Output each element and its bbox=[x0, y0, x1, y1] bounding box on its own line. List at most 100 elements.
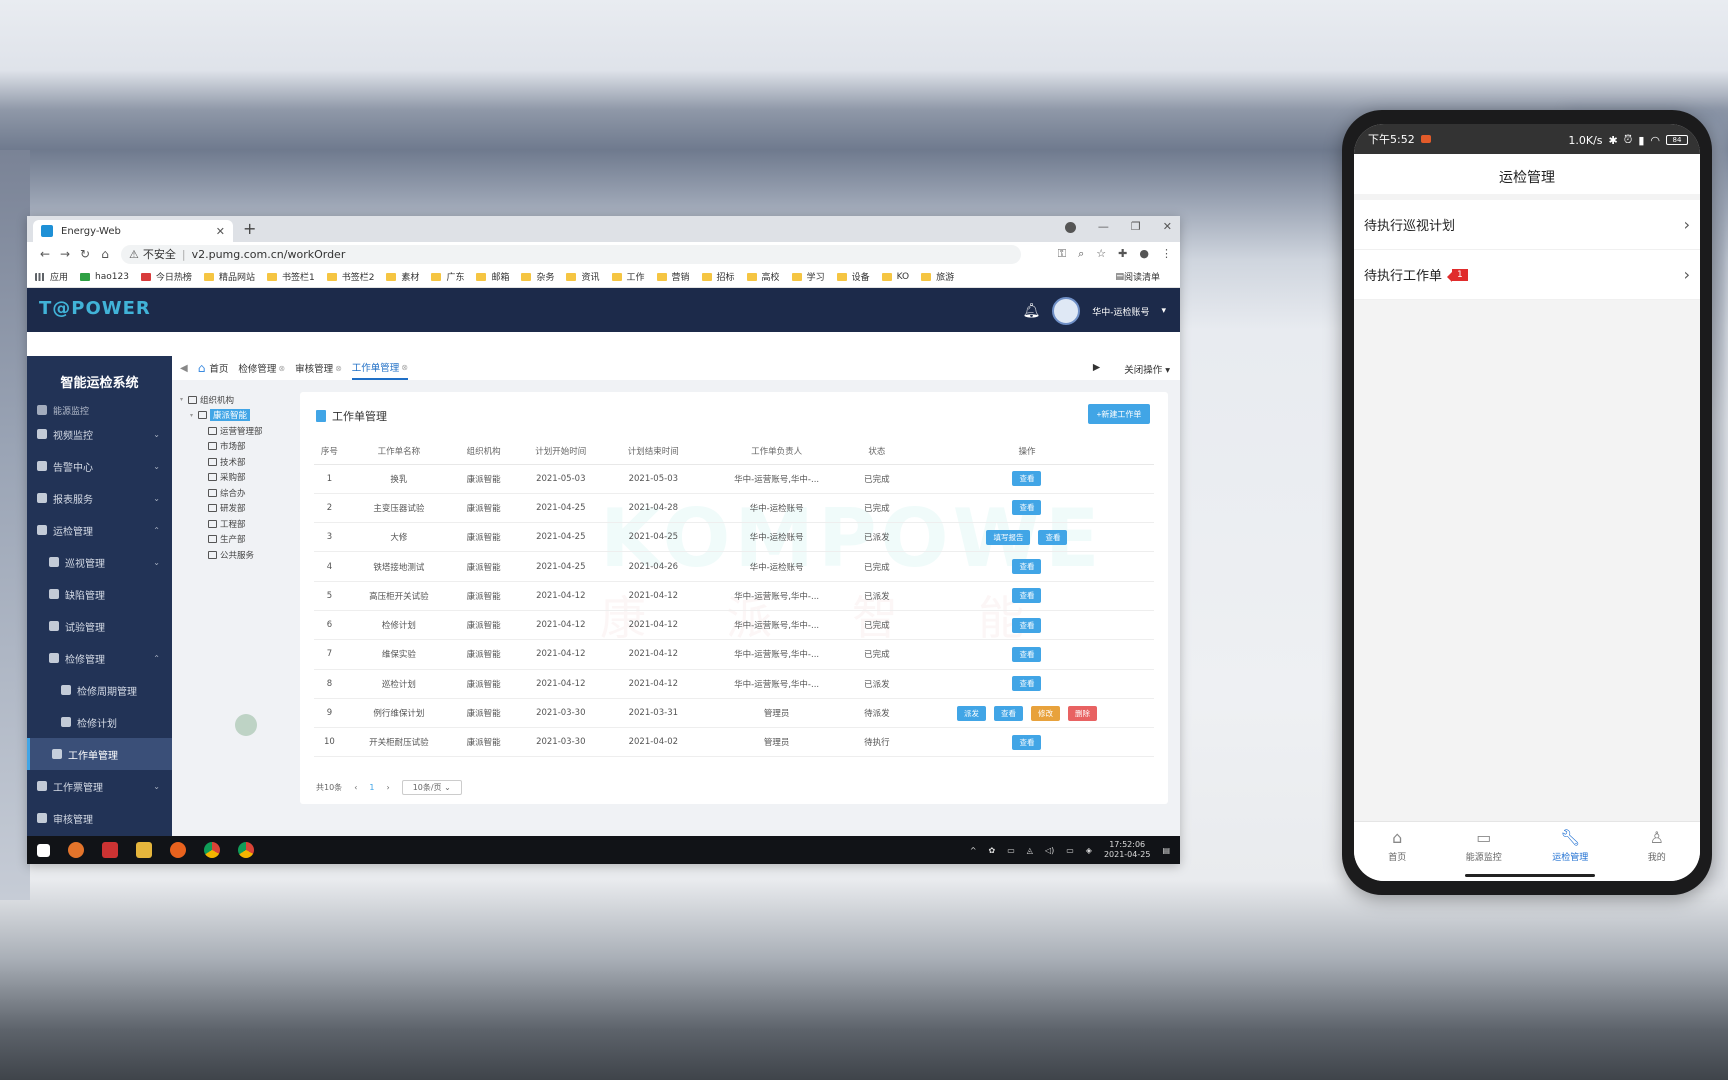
chrome-icon[interactable] bbox=[204, 842, 220, 858]
tree-node[interactable]: 生产部 bbox=[180, 532, 290, 548]
back-icon[interactable]: ← bbox=[35, 247, 55, 261]
close-icon[interactable]: ⊗ bbox=[401, 363, 408, 372]
app-icon[interactable] bbox=[102, 842, 118, 858]
account-icon[interactable]: ● bbox=[1139, 247, 1149, 261]
chrome-icon[interactable] bbox=[238, 842, 254, 858]
close-window-icon[interactable]: ✕ bbox=[1163, 220, 1172, 233]
tree-node[interactable]: ▾ 康派智能 bbox=[180, 408, 290, 424]
sidebar-item[interactable]: 检修周期管理 bbox=[27, 674, 172, 706]
prev-page-icon[interactable]: ‹ bbox=[354, 783, 357, 792]
key-icon[interactable]: ⚿ bbox=[1058, 247, 1066, 261]
tab-close-icon[interactable]: ✕ bbox=[216, 225, 225, 238]
row-action-button[interactable]: 查看 bbox=[1012, 471, 1042, 487]
notification-icon[interactable]: ▤ bbox=[1162, 846, 1170, 855]
zoom-icon[interactable]: ⌕ bbox=[1078, 247, 1084, 261]
bookmark-folder[interactable]: 书签栏2 bbox=[326, 270, 374, 283]
profile-icon[interactable] bbox=[1064, 222, 1076, 233]
avatar[interactable] bbox=[1052, 297, 1081, 325]
restore-icon[interactable]: ❐ bbox=[1131, 220, 1141, 233]
sidebar-item[interactable]: 视频监控 ⌄ bbox=[27, 418, 172, 450]
pending-work-orders[interactable]: 待执行工作单 1 › bbox=[1354, 250, 1700, 300]
keyboard-icon[interactable]: ▭ bbox=[1007, 846, 1015, 855]
bookmark-folder[interactable]: 营销 bbox=[656, 270, 690, 283]
bookmark-folder[interactable]: 资讯 bbox=[566, 270, 600, 283]
tab-home[interactable]: ⌂ 首页 bbox=[198, 361, 229, 375]
row-action-button[interactable]: 修改 bbox=[1030, 705, 1060, 721]
tray-icon[interactable]: ✿ bbox=[989, 846, 996, 855]
tabs-next-icon[interactable]: ▶ bbox=[1093, 362, 1100, 376]
reload-icon[interactable]: ↻ bbox=[75, 247, 95, 261]
sidebar-item[interactable]: 报表服务 ⌄ bbox=[27, 482, 172, 514]
network-icon[interactable]: ◬ bbox=[1027, 846, 1033, 855]
tree-toggle-icon[interactable]: ▾ bbox=[190, 412, 198, 419]
pending-inspection-plans[interactable]: 待执行巡视计划 › bbox=[1354, 200, 1700, 250]
bookmark-folder[interactable]: 精品网站 bbox=[203, 270, 255, 283]
close-icon[interactable]: ⊗ bbox=[335, 364, 342, 373]
ime-icon[interactable]: ▭ bbox=[1066, 846, 1074, 855]
chevron-down-icon[interactable]: ▾ bbox=[1161, 306, 1166, 316]
tree-toggle-icon[interactable]: ▾ bbox=[180, 396, 188, 403]
bookmark-folder[interactable]: 杂务 bbox=[521, 270, 554, 283]
bookmark[interactable]: 今日热榜 bbox=[140, 270, 192, 283]
bookmark-folder[interactable]: 高校 bbox=[746, 270, 780, 283]
tree-node[interactable]: ▾ 组织机构 bbox=[180, 392, 290, 408]
bookmark-folder[interactable]: 旅游 bbox=[921, 270, 954, 283]
bookmark-folder[interactable]: 设备 bbox=[836, 270, 870, 283]
home-icon[interactable]: ⌂ bbox=[95, 247, 115, 261]
sidebar-item[interactable]: 审核管理 bbox=[27, 802, 172, 834]
sidebar-item[interactable]: 检修计划 bbox=[27, 706, 172, 738]
start-icon[interactable] bbox=[37, 843, 50, 857]
tree-node[interactable]: 公共服务 bbox=[180, 547, 290, 563]
tree-node[interactable]: 研发部 bbox=[180, 501, 290, 517]
tree-node[interactable]: 综合办 bbox=[180, 485, 290, 501]
menu-icon[interactable]: ⋮ bbox=[1161, 247, 1172, 261]
sidebar-item[interactable]: 能源监控 bbox=[27, 402, 172, 418]
nav-profile[interactable]: ♙ 我的 bbox=[1627, 828, 1687, 881]
bookmark-folder[interactable]: 招标 bbox=[701, 270, 735, 283]
account-name[interactable]: 华中-运检账号 bbox=[1092, 305, 1149, 318]
star-icon[interactable]: ☆ bbox=[1096, 247, 1106, 261]
sidebar-item[interactable]: 工作单管理 bbox=[27, 738, 172, 770]
tree-node[interactable]: 运营管理部 bbox=[180, 423, 290, 439]
tabs-prev-icon[interactable]: ◀ bbox=[180, 363, 188, 374]
bell-icon[interactable]: 🔔︎ bbox=[1022, 303, 1040, 319]
close-operations[interactable]: 关闭操作 ▾ bbox=[1124, 362, 1170, 376]
sidebar-item[interactable]: 告警中心 ⌄ bbox=[27, 450, 172, 482]
reading-list[interactable]: ▤ 阅读清单 bbox=[1115, 270, 1160, 284]
tray-up-icon[interactable]: ^ bbox=[970, 846, 977, 855]
tab-maintenance[interactable]: 检修管理 ⊗ bbox=[238, 361, 285, 376]
minimize-icon[interactable]: — bbox=[1098, 220, 1109, 233]
sidebar-item[interactable]: 试验管理 bbox=[27, 610, 172, 642]
tree-node[interactable]: 采购部 bbox=[180, 470, 290, 486]
bookmark[interactable]: 应用 bbox=[35, 270, 68, 283]
close-icon[interactable]: ⊗ bbox=[278, 364, 285, 373]
bookmark-folder[interactable]: 学习 bbox=[791, 270, 825, 283]
bookmark[interactable]: hao123 bbox=[80, 272, 129, 282]
page-size-select[interactable]: 10条/页 ⌄ bbox=[401, 780, 462, 795]
tab-audit[interactable]: 审核管理 ⊗ bbox=[295, 361, 342, 376]
page-number[interactable]: 1 bbox=[369, 783, 374, 792]
sidebar-item[interactable]: 巡视管理 ⌄ bbox=[27, 546, 172, 578]
sidebar-item[interactable]: 缺陷管理 bbox=[27, 578, 172, 610]
row-action-button[interactable]: 查看 bbox=[1012, 559, 1042, 575]
tree-node[interactable]: 市场部 bbox=[180, 439, 290, 455]
tree-node[interactable]: 工程部 bbox=[180, 516, 290, 532]
browser-tab[interactable]: Energy-Web ✕ bbox=[33, 220, 233, 242]
row-action-button[interactable]: 查看 bbox=[1012, 646, 1042, 662]
row-action-button[interactable]: 查看 bbox=[1012, 617, 1042, 633]
bookmark-folder[interactable]: 广东 bbox=[431, 270, 464, 283]
new-tab-button[interactable]: + bbox=[243, 219, 256, 238]
row-action-button[interactable]: 派发 bbox=[956, 705, 986, 721]
forward-icon[interactable]: → bbox=[55, 247, 75, 261]
tab-work-order[interactable]: 工作单管理 ⊗ bbox=[351, 356, 408, 380]
folder-icon[interactable] bbox=[136, 842, 152, 858]
search-icon[interactable] bbox=[68, 842, 84, 858]
url-field[interactable]: ⚠ 不安全 | v2.pumg.com.cn/workOrder bbox=[121, 244, 1021, 264]
row-action-button[interactable]: 填写报告 bbox=[986, 529, 1031, 545]
volume-icon[interactable]: ◁) bbox=[1045, 846, 1054, 855]
sidebar-item[interactable]: 工作票管理 ⌄ bbox=[27, 770, 172, 802]
sidebar-item[interactable]: 运检管理 ⌃ bbox=[27, 514, 172, 546]
row-action-button[interactable]: 查看 bbox=[1012, 676, 1042, 692]
row-action-button[interactable]: 查看 bbox=[1012, 734, 1042, 750]
bookmark-folder[interactable]: 邮箱 bbox=[476, 270, 509, 283]
